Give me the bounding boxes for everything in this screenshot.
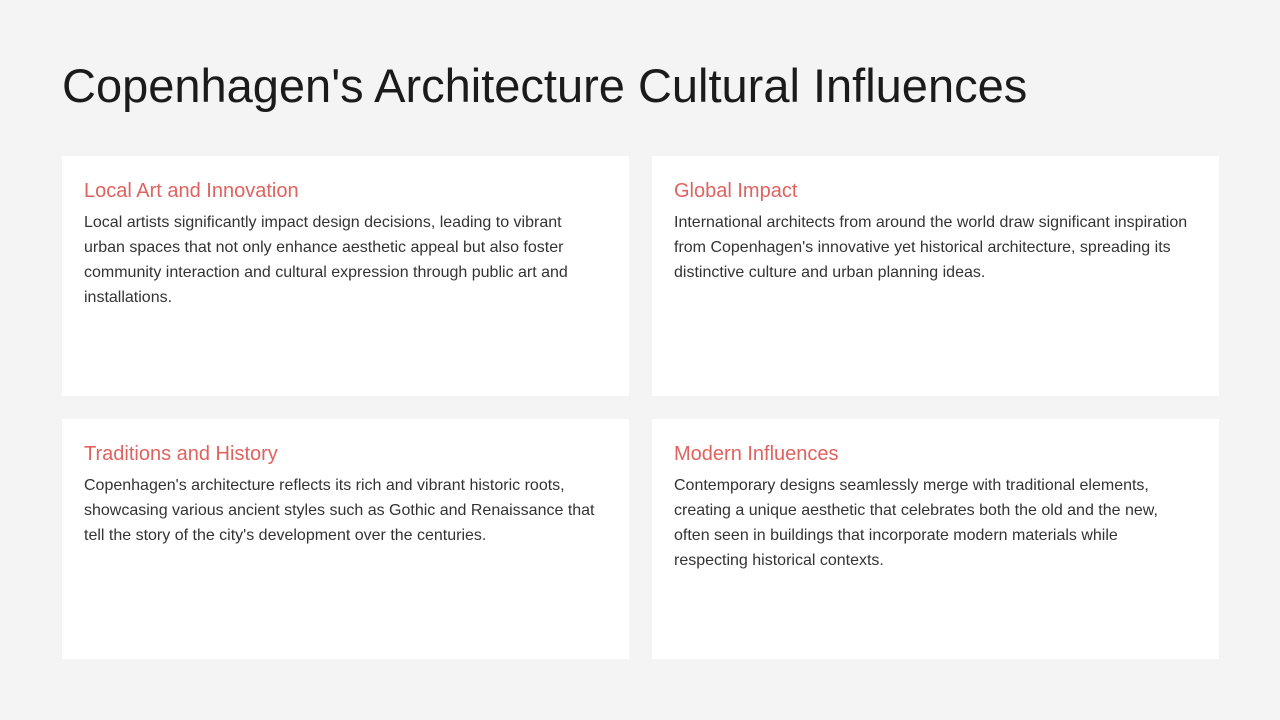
page-title: Copenhagen's Architecture Cultural Influ… [62,59,1028,112]
card-heading: Modern Influences [674,443,839,465]
card-local-art-and-innovation: Local Art and Innovation Local artists s… [62,156,629,396]
card-heading: Traditions and History [84,443,278,465]
card-modern-influences: Modern Influences Contemporary designs s… [652,419,1219,659]
card-body: International architects from around the… [674,214,1188,281]
card-heading: Local Art and Innovation [84,180,299,202]
card-body: Copenhagen's architecture reflects its r… [84,477,595,544]
card-body: Contemporary designs seamlessly merge wi… [674,477,1158,569]
slide: Copenhagen's Architecture Cultural Influ… [0,0,1280,720]
card-heading: Global Impact [674,180,798,202]
card-global-impact: Global Impact International architects f… [652,156,1219,396]
card-body: Local artists significantly impact desig… [84,214,568,306]
card-traditions-and-history: Traditions and History Copenhagen's arch… [62,419,629,659]
